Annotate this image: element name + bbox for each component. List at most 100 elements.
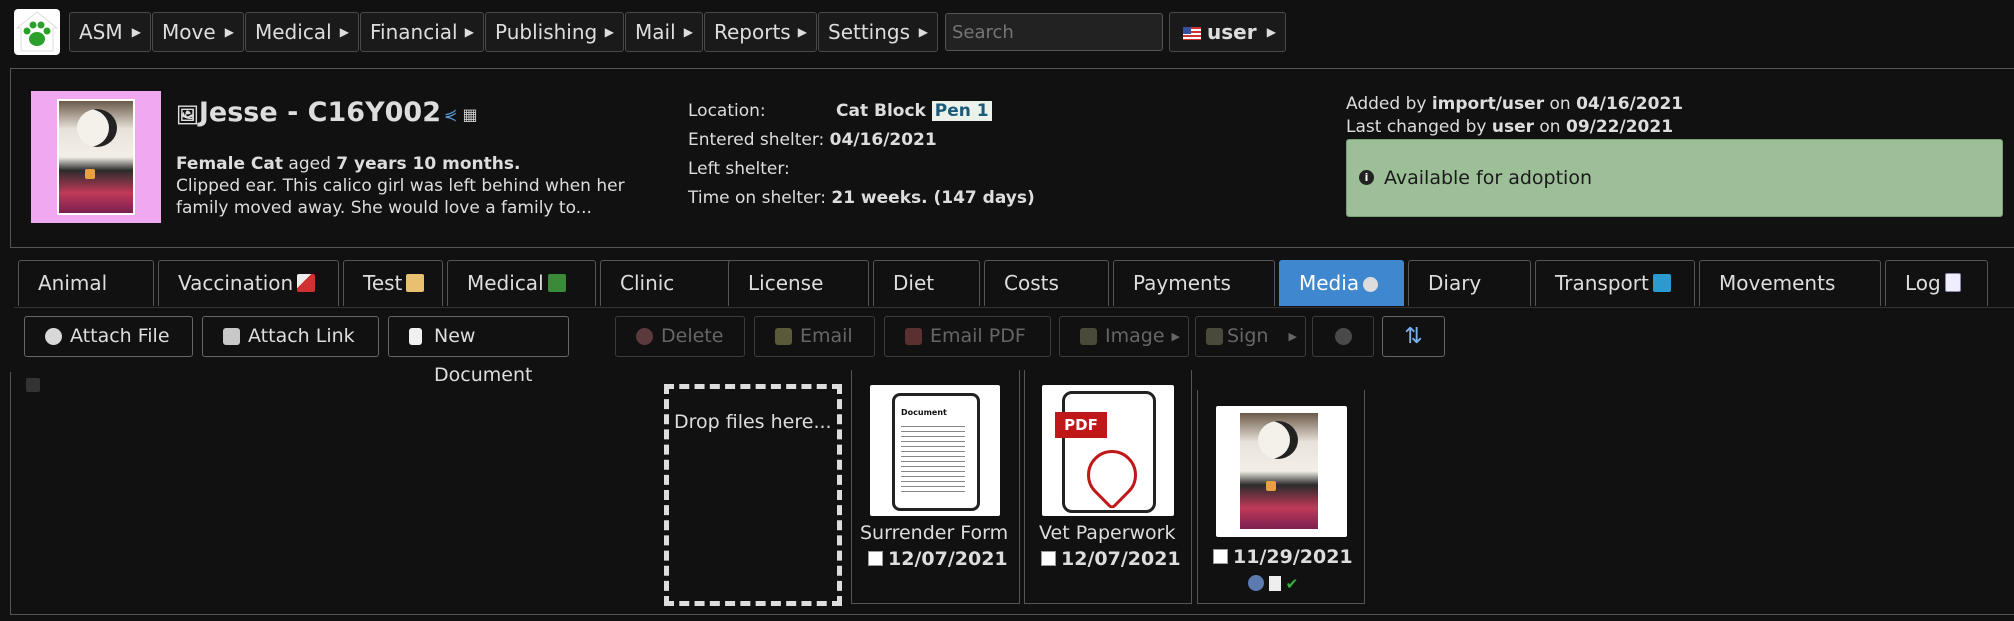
delete-icon — [636, 328, 653, 345]
menu-asm[interactable]: ASM ▶ — [69, 12, 151, 52]
syringe-icon — [297, 274, 316, 292]
media-title[interactable]: Surrender Form — [860, 522, 1008, 544]
animal-description: Clipped ear. This calico girl was left b… — [176, 176, 625, 218]
menu-publishing[interactable]: Publishing ▶ — [485, 12, 624, 52]
share-icon[interactable]: ⋞ — [444, 105, 457, 124]
email-pdf-button[interactable]: Email PDF — [884, 316, 1051, 357]
tab-payments[interactable]: Payments — [1113, 260, 1275, 306]
tab-media[interactable]: Media — [1279, 260, 1404, 306]
tab-transport[interactable]: Transport — [1535, 260, 1695, 306]
media-item[interactable]: PDF Vet Paperwork 12/07/2021 — [1024, 370, 1192, 604]
button-label: Attach Link — [248, 325, 355, 347]
tab-label: Movements — [1719, 271, 1836, 295]
pen-badge[interactable]: Pen 1 — [931, 101, 992, 121]
on-word: on — [1539, 117, 1561, 137]
tab-log[interactable]: Log — [1885, 260, 1988, 306]
drop-text: Drop files here... — [674, 411, 832, 433]
select-checkbox[interactable] — [1213, 549, 1228, 564]
tab-test[interactable]: Test — [343, 260, 443, 306]
tab-costs[interactable]: Costs — [984, 260, 1109, 306]
tab-vaccination[interactable]: Vaccination — [158, 260, 339, 306]
animal-photo[interactable] — [31, 91, 161, 223]
image-menu-button[interactable]: Image ▶ — [1059, 316, 1189, 357]
acrobat-icon — [1076, 439, 1148, 511]
caret-right-icon: ▶ — [1266, 25, 1276, 39]
menu-label: Mail — [635, 20, 676, 44]
web-publish-icon — [1248, 575, 1264, 591]
new-document-button[interactable]: New Document — [388, 316, 569, 386]
sex-species: Female Cat — [176, 154, 283, 174]
document-thumbnail[interactable]: Document — [870, 385, 1000, 516]
tab-movements[interactable]: Movements — [1699, 260, 1881, 306]
asm-logo[interactable] — [14, 9, 60, 55]
added-prefix: Added by — [1346, 94, 1427, 114]
media-item[interactable]: Document Surrender Form 12/07/2021 — [851, 370, 1020, 604]
tab-label: Log — [1905, 271, 1941, 295]
delete-button[interactable]: Delete — [615, 316, 745, 357]
menu-settings[interactable]: Settings ▶ — [818, 12, 938, 52]
menu-label: Reports — [714, 20, 791, 44]
attach-file-button[interactable]: Attach File — [24, 316, 193, 357]
thumbnail-label: Document — [901, 408, 947, 417]
tab-diary[interactable]: Diary — [1408, 260, 1531, 306]
select-checkbox[interactable] — [1041, 551, 1056, 566]
select-checkbox[interactable] — [868, 551, 883, 566]
media-date: 12/07/2021 — [1061, 548, 1181, 570]
caret-right-icon: ▶ — [683, 25, 693, 39]
menu-reports[interactable]: Reports ▶ — [704, 12, 817, 52]
link-icon — [223, 328, 240, 345]
attach-file-icon — [45, 328, 62, 345]
info-icon: i — [1359, 170, 1374, 185]
heartbeat-icon — [547, 274, 566, 292]
button-label: Email — [800, 325, 853, 347]
media-title[interactable]: Vet Paperwork — [1039, 522, 1176, 544]
media-date: 12/07/2021 — [888, 548, 1008, 570]
photo-thumbnail[interactable] — [1216, 406, 1347, 537]
file-dropzone[interactable]: Drop files here... — [664, 384, 842, 606]
record-tabs: Animal Vaccination Test Medical Clinic L… — [14, 256, 2014, 308]
tab-label: Diary — [1428, 271, 1482, 295]
status-banner: i Available for adoption — [1346, 139, 2003, 217]
media-date-row: 12/07/2021 — [1041, 548, 1181, 570]
tab-label: Vaccination — [178, 271, 294, 295]
database-button[interactable] — [1312, 316, 1374, 357]
tab-label: Diet — [893, 271, 935, 295]
tab-medical[interactable]: Medical — [447, 260, 596, 306]
media-date-row: 11/29/2021 — [1213, 546, 1353, 568]
button-label: Sign — [1227, 325, 1269, 347]
menu-medical[interactable]: Medical ▶ — [245, 12, 359, 52]
tab-label: Test — [363, 271, 403, 295]
search-input[interactable] — [945, 13, 1163, 51]
tab-label: Costs — [1004, 271, 1059, 295]
tab-license[interactable]: License — [728, 260, 869, 306]
animal-name: 🖼Jesse - C16Y002 — [176, 97, 441, 128]
tab-clinic[interactable]: Clinic — [600, 260, 738, 306]
pdf-thumbnail[interactable]: PDF — [1042, 385, 1174, 516]
clipboard-icon — [406, 274, 425, 292]
tab-diet[interactable]: Diet — [873, 260, 980, 306]
menu-mail[interactable]: Mail ▶ — [625, 12, 703, 52]
menu-label: Settings — [828, 20, 911, 44]
button-label: Delete — [661, 325, 724, 347]
media-item[interactable]: 11/29/2021 ✔ — [1197, 390, 1365, 604]
select-all-icon[interactable] — [26, 378, 40, 392]
tab-animal[interactable]: Animal — [18, 260, 154, 306]
changed-prefix: Last changed by — [1346, 117, 1487, 137]
sort-button[interactable]: ⇅ — [1382, 316, 1445, 357]
database-icon — [1335, 328, 1352, 345]
sort-icon: ⇅ — [1404, 324, 1423, 349]
button-label: Email PDF — [930, 325, 1026, 347]
sign-menu-button[interactable]: Sign ▶ — [1195, 316, 1306, 357]
tab-label: Payments — [1133, 271, 1231, 295]
attach-link-button[interactable]: Attach Link — [202, 316, 379, 357]
menu-move[interactable]: Move ▶ — [152, 12, 244, 52]
user-menu-button[interactable]: user ▶ — [1169, 12, 1286, 52]
menu-label: Publishing — [495, 20, 598, 44]
status-text: Available for adoption — [1384, 167, 1592, 189]
media-date-row: 12/07/2021 — [868, 548, 1008, 570]
email-button[interactable]: Email — [754, 316, 875, 357]
barcode-icon[interactable]: ▦ — [463, 105, 478, 124]
audit-info: Added by import/user on 04/16/2021 Last … — [1346, 93, 1683, 139]
animal-age: 7 years 10 months. — [336, 154, 521, 174]
menu-financial[interactable]: Financial ▶ — [360, 12, 484, 52]
